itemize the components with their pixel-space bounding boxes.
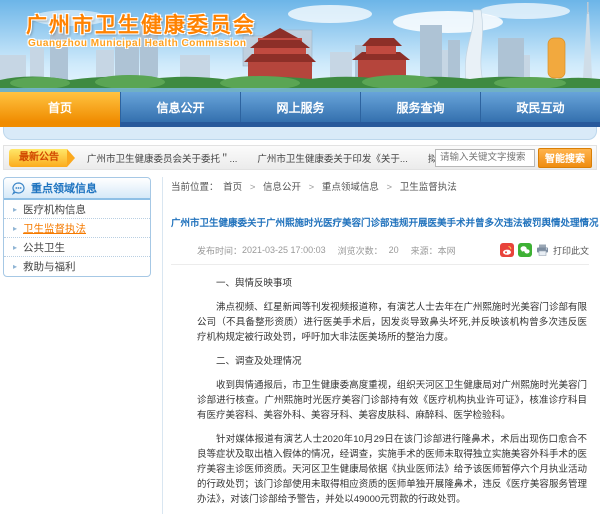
main-area: 重点领域信息 ▸ 医疗机构信息 ▸ 卫生监督执法 ▸ 公共卫生 ▸ 救助与福利 … xyxy=(0,170,600,514)
sidebar-header: 重点领域信息 xyxy=(4,178,150,200)
announcement-link-3[interactable]: 拟申请设置广州希玛林顺潮眼科 xyxy=(428,151,435,165)
announcement-link-1[interactable]: 广州市卫生健康委员会关于委托＂... xyxy=(87,151,237,165)
nav-tab-info-disclosure[interactable]: 信息公开 xyxy=(120,92,240,122)
page-title: 广州市卫生健康委关于广州熙施时光医疗美容门诊部违规开展医美手术并曾多次违法被罚舆… xyxy=(171,215,589,229)
breadcrumb-home[interactable]: 首页 xyxy=(223,182,242,193)
article-paragraph: 一、舆情反映事项 xyxy=(197,276,587,291)
active-tab-strip xyxy=(0,122,120,127)
article-paragraph: 沸点视频、红星新闻等刊发视频报道称，有演艺人士去年在广州熙施时光美容门诊部有限公… xyxy=(197,300,587,345)
latest-announcement-badge: 最新公告 xyxy=(9,149,67,167)
sidebar-item-health-supervision[interactable]: ▸ 卫生监督执法 xyxy=(4,219,150,238)
sidebar-item-label: 救助与福利 xyxy=(23,259,76,274)
breadcrumb-separator: > xyxy=(250,182,256,193)
print-article-link[interactable]: 打印此文 xyxy=(553,244,589,257)
publish-time-value: 2021-03-25 17:00:03 xyxy=(242,245,326,255)
site-header: 广州市卫生健康委员会 Guangzhou Municipal Health Co… xyxy=(0,0,600,92)
breadcrumb-separator: > xyxy=(387,182,393,193)
sidebar: 重点领域信息 ▸ 医疗机构信息 ▸ 卫生监督执法 ▸ 公共卫生 ▸ 救助与福利 xyxy=(3,177,151,277)
sidebar-item-aid-welfare[interactable]: ▸ 救助与福利 xyxy=(4,257,150,276)
article-meta: 发布时间： 2021-03-25 17:00:03 浏览次数： 20 来源： 本… xyxy=(171,243,589,265)
nav-tab-home[interactable]: 首页 xyxy=(0,92,120,122)
nav-underline-strip xyxy=(0,122,600,127)
breadcrumb-health-supervision[interactable]: 卫生监督执法 xyxy=(400,182,457,193)
article-paragraph: 二、调查及处理情况 xyxy=(197,354,587,369)
announcement-link-2[interactable]: 广州市卫生健康委关于印发《关于... xyxy=(257,151,407,165)
site-title: 广州市卫生健康委员会 xyxy=(26,9,256,39)
nav-tab-online-services[interactable]: 网上服务 xyxy=(240,92,360,122)
nav-tab-public-interaction[interactable]: 政民互动 xyxy=(480,92,600,122)
arrow-icon: ▸ xyxy=(13,243,17,252)
announcement-links: 广州市卫生健康委员会关于委托＂... 广州市卫生健康委关于印发《关于... 拟申… xyxy=(87,151,435,165)
publish-time-label: 发布时间： xyxy=(197,244,242,257)
smart-search-button[interactable]: 智能搜索 xyxy=(538,148,592,168)
breadcrumb-info-disclosure[interactable]: 信息公开 xyxy=(263,182,301,193)
sidebar-item-public-health[interactable]: ▸ 公共卫生 xyxy=(4,238,150,257)
sidebar-item-label: 医疗机构信息 xyxy=(23,202,86,217)
printer-icon[interactable] xyxy=(536,244,549,256)
nav-tab-service-query[interactable]: 服务查询 xyxy=(360,92,480,122)
arrow-icon: ▸ xyxy=(13,224,17,233)
arrow-icon: ▸ xyxy=(13,205,17,214)
breadcrumb-prefix: 当前位置： xyxy=(171,182,219,193)
source-value: 本网 xyxy=(438,244,456,257)
breadcrumb: 当前位置： 首页 > 信息公开 > 重点领域信息 > 卫生监督执法 xyxy=(171,177,589,199)
sidebar-item-label: 卫生监督执法 xyxy=(23,221,86,236)
source-label: 来源： xyxy=(411,244,438,257)
views-label: 浏览次数： xyxy=(338,244,383,257)
sidebar-item-label: 公共卫生 xyxy=(23,240,65,255)
article-paragraph: 收到舆情通报后，市卫生健康委高度重视，组织天河区卫生健康局对广州熙施时光美容门诊… xyxy=(197,378,587,423)
article-content: 当前位置： 首页 > 信息公开 > 重点领域信息 > 卫生监督执法 广州市卫生健… xyxy=(162,177,597,514)
sidebar-item-medical-institution-info[interactable]: ▸ 医疗机构信息 xyxy=(4,200,150,219)
article-body: 一、舆情反映事项 沸点视频、红星新闻等刊发视频报道称，有演艺人士去年在广州熙施时… xyxy=(171,265,589,514)
inactive-tab-strip xyxy=(120,122,600,127)
search-area: 智能搜索 xyxy=(435,148,592,168)
speech-bubble-icon xyxy=(12,182,25,195)
search-input[interactable] xyxy=(435,149,535,167)
announcement-ticker: 最新公告 广州市卫生健康委员会关于委托＂... 广州市卫生健康委关于印发《关于.… xyxy=(3,145,597,170)
site-subtitle: Guangzhou Municipal Health Commission xyxy=(28,38,247,49)
article-paragraph: 针对媒体报道有演艺人士2020年10月29日在该门诊部进行隆鼻术，术后出现伤口愈… xyxy=(197,432,587,507)
breadcrumb-separator: > xyxy=(309,182,315,193)
main-nav: 首页 信息公开 网上服务 服务查询 政民互动 xyxy=(0,92,600,122)
views-value: 20 xyxy=(389,245,399,255)
submenu-bar xyxy=(3,127,597,140)
arrow-icon: ▸ xyxy=(13,262,17,271)
sidebar-title: 重点领域信息 xyxy=(31,180,97,196)
weibo-share-icon[interactable] xyxy=(500,243,514,257)
wechat-share-icon[interactable] xyxy=(518,243,532,257)
breadcrumb-key-areas[interactable]: 重点领域信息 xyxy=(322,182,379,193)
